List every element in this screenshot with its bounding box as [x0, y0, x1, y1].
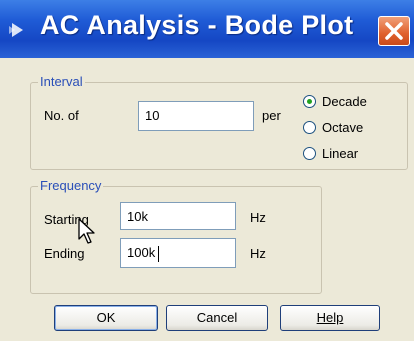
dialog-window: AC Analysis - Bode Plot Interval No. of …: [0, 0, 414, 341]
interval-count-label: No. of: [44, 108, 79, 123]
ending-unit-label: Hz: [250, 246, 266, 261]
help-button-label: Help: [316, 310, 344, 325]
ok-button-label: OK: [96, 310, 116, 325]
radio-linear-label[interactable]: Linear: [322, 146, 358, 161]
interval-count-input[interactable]: 10: [138, 101, 254, 131]
starting-frequency-input[interactable]: 10k: [120, 202, 236, 230]
ending-frequency-input[interactable]: 100k: [120, 238, 236, 268]
radio-selected-dot: [307, 99, 312, 104]
text-caret: [158, 246, 159, 262]
close-x-icon: [385, 22, 403, 40]
window-title: AC Analysis - Bode Plot: [40, 10, 354, 40]
ok-button[interactable]: OK: [54, 305, 158, 331]
radio-linear-circle[interactable]: [303, 147, 316, 160]
title-bar[interactable]: AC Analysis - Bode Plot: [0, 0, 414, 58]
help-button[interactable]: Help: [280, 305, 380, 331]
close-button[interactable]: [378, 16, 410, 46]
per-label: per: [262, 108, 281, 123]
mouse-pointer-icon: [78, 218, 98, 251]
radio-decade-circle[interactable]: [303, 95, 316, 108]
starting-unit-label: Hz: [250, 210, 266, 225]
radio-octave-label[interactable]: Octave: [322, 120, 363, 135]
interval-group-title: Interval: [38, 74, 85, 89]
cancel-button[interactable]: Cancel: [166, 305, 268, 331]
frequency-group-title: Frequency: [38, 178, 104, 193]
play-arrow-icon: [8, 20, 28, 40]
cancel-button-label: Cancel: [196, 310, 238, 325]
radio-decade-label[interactable]: Decade: [322, 94, 367, 109]
radio-octave-circle[interactable]: [303, 121, 316, 134]
